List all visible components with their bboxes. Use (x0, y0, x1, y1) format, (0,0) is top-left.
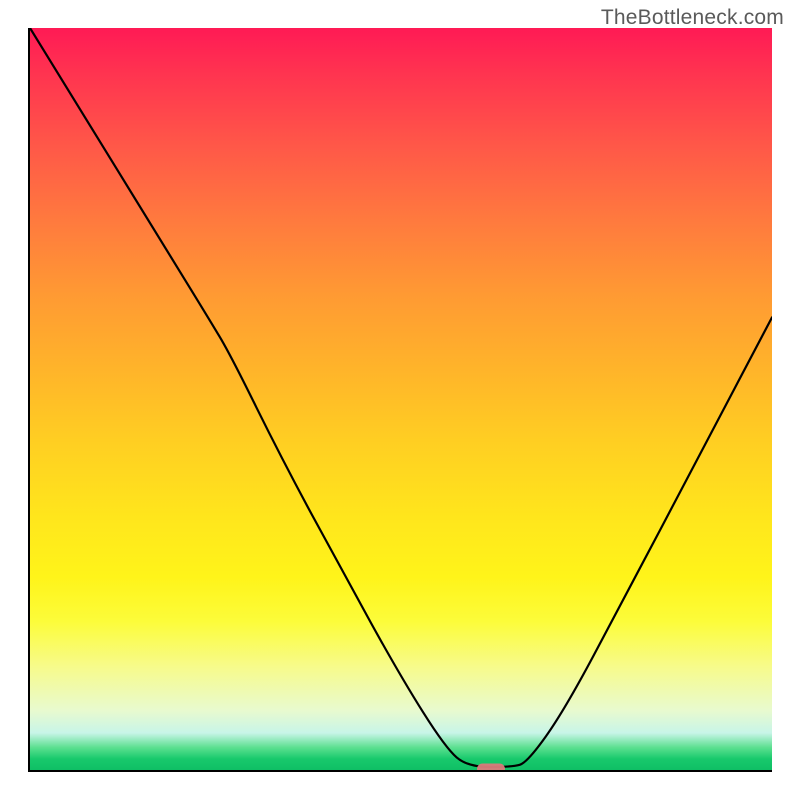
optimal-point-marker (477, 764, 505, 772)
chart-container: TheBottleneck.com (0, 0, 800, 800)
bottleneck-curve (30, 28, 772, 770)
watermark-text: TheBottleneck.com (601, 6, 784, 30)
plot-area (28, 28, 772, 772)
